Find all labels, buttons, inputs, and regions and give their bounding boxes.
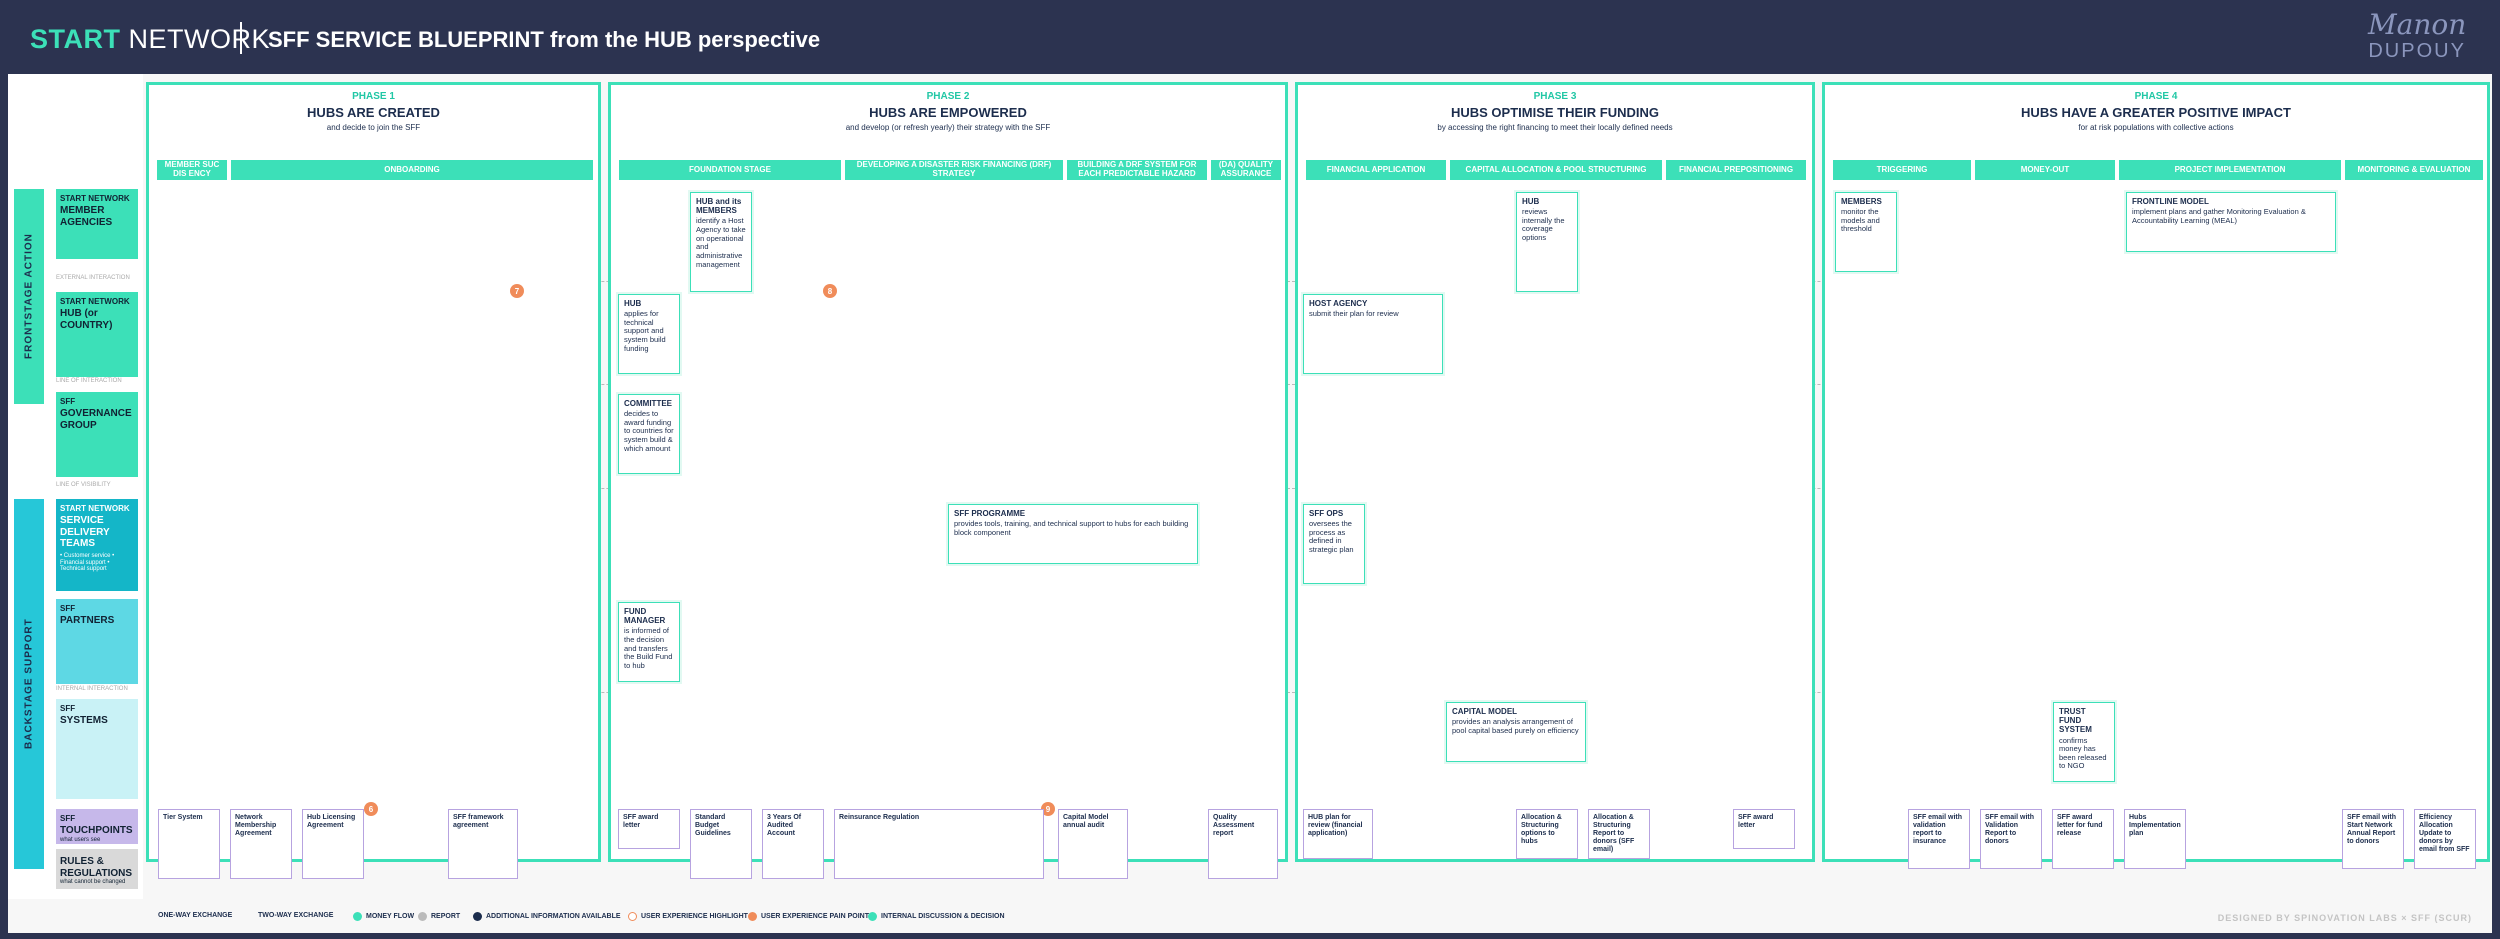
touchpoint-card: SFF award letter for fund release — [2052, 809, 2114, 869]
stage-header: FINANCIAL PREPOSITIONING — [1666, 160, 1806, 180]
divider-label: LINE OF INTERACTION — [56, 378, 122, 384]
touchpoint-card: SFF framework agreement — [448, 809, 518, 879]
lane-rules-regulations: RULES & REGULATIONS what cannot be change… — [56, 849, 138, 889]
touchpoint-card: Hubs Implementation plan — [2124, 809, 2186, 869]
stage-header: FINANCIAL APPLICATION — [1306, 160, 1446, 180]
pain-point-badge: 6 — [364, 802, 378, 816]
touchpoint-card: Capital Model annual audit — [1058, 809, 1128, 879]
touchpoint-card: Allocation & Structuring Report to donor… — [1588, 809, 1650, 859]
process-card: HUB reviews internally the coverage optio… — [1516, 192, 1578, 292]
process-card: HUB applies for technical support and sys… — [618, 294, 680, 374]
touchpoint-card: SFF email with Validation Report to dono… — [1980, 809, 2042, 869]
divider-label: LINE OF VISIBILITY — [56, 482, 111, 488]
touchpoint-card: Standard Budget Guidelines — [690, 809, 752, 879]
report-icon — [418, 912, 427, 921]
touchpoint-card: HUB plan for review (financial applicati… — [1303, 809, 1373, 859]
pain-point-badge: 8 — [823, 284, 837, 298]
lane-partners: SFF PARTNERS — [56, 599, 138, 684]
phase-subtitle: by accessing the right financing to meet… — [1437, 123, 1673, 132]
touchpoint-card: Efficiency Allocation Update to donors b… — [2414, 809, 2476, 869]
phase-1-panel: PHASE 1 HUBS ARE CREATED and decide to j… — [146, 82, 601, 862]
phase-subtitle: for at risk populations with collective … — [2078, 123, 2234, 132]
legend-item: MONEY FLOW — [353, 912, 414, 921]
money-flow-icon — [353, 912, 362, 921]
stage-header: ONBOARDING — [231, 160, 593, 180]
discussion-icon — [868, 912, 877, 921]
stage-header: DEVELOPING A DISASTER RISK FINANCING (DR… — [845, 160, 1063, 180]
divider-label: INTERNAL INTERACTION — [56, 686, 128, 692]
legend-item: ADDITIONAL INFORMATION AVAILABLE — [473, 912, 621, 921]
stage-header: CAPITAL ALLOCATION & POOL STRUCTURING — [1450, 160, 1662, 180]
page-title: SFF SERVICE BLUEPRINT from the HUB persp… — [268, 27, 821, 52]
lane-service-delivery: START NETWORK SERVICE DELIVERY TEAMS • Cus… — [56, 499, 138, 591]
stage-header: PROJECT IMPLEMENTATION — [2119, 160, 2341, 180]
highlight-icon — [628, 912, 637, 921]
legend-item: REPORT — [418, 912, 460, 921]
legend-item: INTERNAL DISCUSSION & DECISION — [868, 912, 1005, 921]
start-network-logo: START NETWORK — [30, 24, 270, 54]
lane-member-agencies: START NETWORK MEMBER AGENCIES — [56, 189, 138, 259]
lane-touchpoints: SFF TOUCHPOINTS what users see — [56, 809, 138, 844]
touchpoint-card: Hub Licensing Agreement — [302, 809, 364, 879]
stage-header: MONEY-OUT — [1975, 160, 2115, 180]
touchpoint-card: Allocation & Structuring options to hubs — [1516, 809, 1578, 859]
touchpoint-card: SFF email with validation report to insu… — [1908, 809, 1970, 869]
phase-label: PHASE 2 — [926, 91, 970, 102]
stage-header: TRIGGERING — [1833, 160, 1971, 180]
footer-credit: DESIGNED BY SPINOVATION LABS × SFF (SCUR… — [2217, 913, 2472, 923]
stage-header: BUILDING A DRF SYSTEM FOR EACH PREDICTAB… — [1067, 160, 1207, 180]
touchpoint-card: 3 Years Of Audited Account — [762, 809, 824, 879]
backstage-label: BACKSTAGE SUPPORT — [14, 499, 44, 869]
touchpoint-card: SFF award letter — [618, 809, 680, 849]
touchpoint-card: Quality Assessment report — [1208, 809, 1278, 879]
legend-item: USER EXPERIENCE PAIN POINT — [748, 912, 869, 921]
process-card: HOST AGENCY submit their plan for review — [1303, 294, 1443, 374]
phase-name: HUBS ARE EMPOWERED — [869, 105, 1027, 120]
process-card: CAPITAL MODEL provides an analysis arrang… — [1446, 702, 1586, 762]
legend-item: TWO-WAY EXCHANGE — [258, 912, 334, 919]
phase-subtitle: and decide to join the SFF — [326, 123, 421, 132]
phase-name: HUBS ARE CREATED — [307, 105, 440, 120]
process-card: FRONTLINE MODEL implement plans and gathe… — [2126, 192, 2336, 252]
pain-point-badge: 7 — [510, 284, 524, 298]
touchpoint-card: SFF email with Start Network Annual Repo… — [2342, 809, 2404, 869]
phase-label: PHASE 3 — [1533, 91, 1577, 102]
touchpoint-card: SFF award letter — [1733, 809, 1795, 849]
lane-hub: START NETWORK HUB (or COUNTRY) — [56, 292, 138, 377]
frontstage-label: FRONTSTAGE ACTION — [14, 189, 44, 404]
process-card: FUND MANAGER is informed of the decision … — [618, 602, 680, 682]
lane-governance-group: SFF GOVERNANCE GROUP — [56, 392, 138, 477]
phase-name: HUBS OPTIMISE THEIR FUNDING — [1450, 105, 1659, 120]
divider-label: EXTERNAL INTERACTION — [56, 275, 130, 281]
phase-label: PHASE 4 — [2134, 91, 2178, 102]
touchpoint-card: Reinsurance Regulation — [834, 809, 1044, 879]
header-bar: START NETWORK SFF SERVICE BLUEPRINT from… — [0, 0, 2500, 70]
stage-header: FOUNDATION STAGE — [619, 160, 841, 180]
process-card: SFF OPS oversees the process as defined i… — [1303, 504, 1365, 584]
stage-header: MEMBER SUC DIS ENCY — [157, 160, 227, 180]
stage-header: MONITORING & EVALUATION — [2345, 160, 2483, 180]
legend-item: USER EXPERIENCE HIGHLIGHT — [628, 912, 748, 921]
legend-item: ONE-WAY EXCHANGE — [158, 912, 233, 919]
author-signature: Manon DUPOUY — [2368, 8, 2467, 63]
phase-name: HUBS HAVE A GREATER POSITIVE IMPACT — [2021, 105, 2291, 120]
lane-systems: SFF SYSTEMS — [56, 699, 138, 799]
process-card: TRUST FUND SYSTEM confirms money has been… — [2053, 702, 2115, 782]
process-card: COMMITTEE decides to award funding to cou… — [618, 394, 680, 474]
info-icon — [473, 912, 482, 921]
stage-header: (DA) QUALITY ASSURANCE — [1211, 160, 1281, 180]
touchpoint-card: Tier System — [158, 809, 220, 879]
pain-point-icon — [748, 912, 757, 921]
process-card: MEMBERS monitor the models and threshold — [1835, 192, 1897, 272]
phase-label: PHASE 1 — [352, 91, 395, 102]
header-separator — [240, 22, 242, 54]
phase-subtitle: and develop (or refresh yearly) their st… — [845, 123, 1051, 132]
process-card: HUB and its MEMBERS identify a Host Agenc… — [690, 192, 752, 292]
blueprint-board: FRONTSTAGE ACTION BACKSTAGE SUPPORT STAR… — [8, 74, 2492, 933]
touchpoint-card: Network Membership Agreement — [230, 809, 292, 879]
process-card: SFF PROGRAMME provides tools, training, a… — [948, 504, 1198, 564]
